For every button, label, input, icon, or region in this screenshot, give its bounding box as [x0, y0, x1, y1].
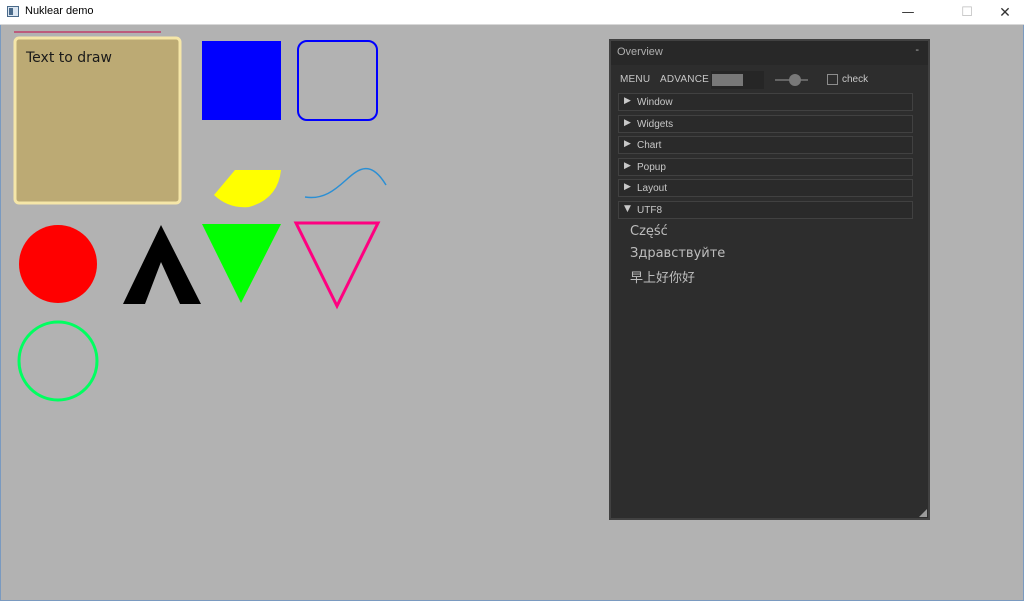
tree-node-utf8[interactable]: ▼ UTF8	[618, 201, 913, 219]
app-window-icon	[7, 6, 19, 17]
tree-node-widgets[interactable]: ▶ Widgets	[618, 115, 913, 133]
filled-circle-shape	[19, 225, 97, 303]
tree-node-popup[interactable]: ▶ Popup	[618, 158, 913, 176]
overview-title: Overview	[617, 46, 663, 58]
overview-window: Overview - MENU ADVANCE check ▶ Window ▶…	[609, 39, 930, 520]
utf8-line-polish: Część	[630, 224, 668, 239]
overview-minimize-button[interactable]: -	[915, 44, 919, 56]
menu-menu[interactable]: MENU	[620, 74, 650, 85]
tree-node-label: Layout	[637, 183, 668, 194]
utf8-line-chinese: 早上好你好	[630, 271, 696, 286]
outlined-triangle-shape	[293, 221, 381, 310]
slider[interactable]	[775, 74, 808, 86]
triangle-right-icon: ▶	[624, 139, 631, 149]
triangle-right-icon: ▶	[624, 182, 631, 192]
drawing-canvas: Text to draw Overview - MENU ADVANCE che…	[0, 25, 1024, 601]
tree-node-label: UTF8	[637, 205, 662, 216]
tree-node-window[interactable]: ▶ Window	[618, 93, 913, 111]
slider-knob[interactable]	[789, 74, 801, 86]
tree-node-chart[interactable]: ▶ Chart	[618, 136, 913, 154]
outlined-rounded-square-shape	[297, 40, 378, 121]
window-title: Nuklear demo	[25, 5, 94, 17]
curve-shape	[304, 167, 387, 199]
check-label[interactable]: check	[842, 74, 868, 85]
triangle-right-icon: ▶	[624, 118, 631, 128]
utf8-line-russian: Здравствуйте	[630, 246, 726, 261]
close-button[interactable]: ✕	[982, 0, 1024, 25]
tree-node-label: Popup	[637, 162, 666, 173]
triangle-right-icon: ▶	[624, 96, 631, 106]
filled-triangle-shape	[202, 224, 281, 303]
triangle-down-icon: ▼	[624, 204, 631, 214]
menu-advance[interactable]: ADVANCE	[660, 74, 709, 85]
tree-node-layout[interactable]: ▶ Layout	[618, 179, 913, 197]
resize-grip-icon[interactable]	[919, 509, 927, 517]
progress-bar[interactable]	[711, 71, 764, 89]
check-checkbox[interactable]	[827, 74, 838, 85]
filled-square-shape	[202, 41, 281, 120]
overview-menubar: MENU ADVANCE check	[620, 71, 920, 89]
tree-node-label: Window	[637, 97, 673, 108]
outlined-circle-shape	[17, 320, 99, 402]
triangle-right-icon: ▶	[624, 161, 631, 171]
title-bar: Nuklear demo — ☐ ✕	[0, 0, 1024, 25]
progress-fill	[712, 74, 743, 86]
thick-polyline-shape	[123, 225, 201, 304]
tree-node-label: Chart	[637, 140, 662, 151]
filled-arc-shape	[214, 170, 281, 208]
overview-header[interactable]: Overview -	[611, 41, 928, 65]
text-box-label: Text to draw	[25, 50, 112, 66]
minimize-button[interactable]: —	[885, 0, 931, 25]
tree-node-label: Widgets	[637, 119, 674, 130]
